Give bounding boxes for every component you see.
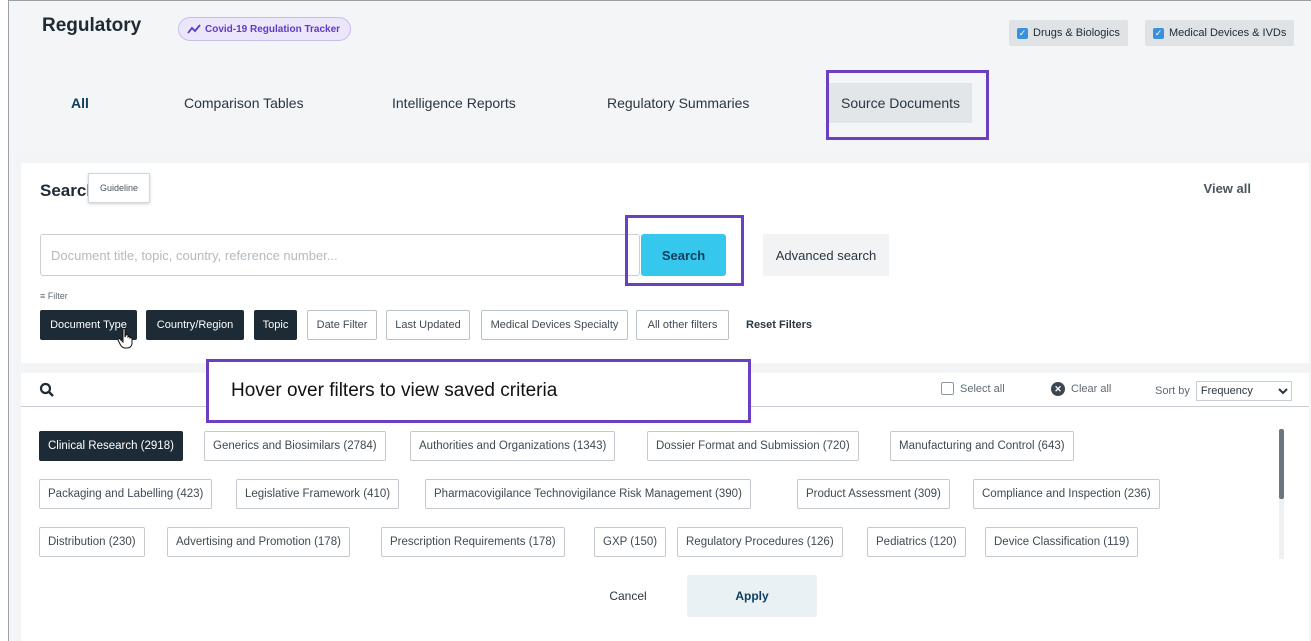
filter-label: ≡ Filter: [40, 291, 68, 301]
header: Regulatory Covid-19 Regulation Tracker ✓…: [9, 1, 1311, 151]
covid-tracker-badge[interactable]: Covid-19 Regulation Tracker: [178, 17, 352, 41]
highlight-source-documents: [826, 70, 989, 140]
tab-comparison-tables[interactable]: Comparison Tables: [184, 83, 304, 123]
trend-icon: [187, 24, 201, 34]
topic-chip[interactable]: Pediatrics (120): [867, 527, 966, 557]
hand-cursor-icon: [117, 328, 133, 349]
topic-chip[interactable]: Pharmacovigilance Technovigilance Risk M…: [425, 479, 751, 509]
topic-chip[interactable]: Prescription Requirements (178): [381, 527, 565, 557]
select-all-label: Select all: [960, 382, 1005, 395]
cancel-button[interactable]: Cancel: [583, 577, 673, 615]
scrollbar-thumb[interactable]: [1279, 429, 1284, 499]
toggle-label: Medical Devices & IVDs: [1169, 27, 1287, 39]
topic-scrollbar[interactable]: [1279, 429, 1284, 559]
sort-control: Sort by Frequency: [1155, 381, 1292, 401]
topic-chip[interactable]: Advertising and Promotion (178): [167, 527, 350, 557]
topic-chip[interactable]: Authorities and Organizations (1343): [410, 431, 616, 461]
tab-intelligence-reports[interactable]: Intelligence Reports: [392, 83, 516, 123]
tab-bar: All Comparison Tables Intelligence Repor…: [9, 83, 1311, 123]
topic-chip[interactable]: Device Classification (119): [985, 527, 1139, 557]
sort-select[interactable]: Frequency: [1195, 381, 1292, 401]
filter-medical-devices-specialty[interactable]: Medical Devices Specialty: [481, 310, 628, 340]
checkbox-checked-icon: ✓: [1017, 27, 1028, 39]
search-card: Search View all Search Advanced search ≡…: [21, 163, 1309, 363]
reset-filters-button[interactable]: Reset Filters: [746, 310, 812, 340]
filter-country-region[interactable]: Country/Region: [146, 310, 244, 340]
apply-button[interactable]: Apply: [687, 575, 817, 617]
checkbox-unchecked-icon: [941, 382, 954, 395]
filter-topic[interactable]: Topic: [254, 310, 297, 340]
filter-label-text: Filter: [47, 291, 68, 301]
brand-title: Regulatory: [42, 15, 142, 36]
topic-chip[interactable]: Product Assessment (309): [797, 479, 950, 509]
filter-last-updated[interactable]: Last Updated: [386, 310, 470, 340]
select-all-checkbox[interactable]: Select all: [941, 382, 1005, 395]
filter-all-other[interactable]: All other filters: [636, 310, 729, 340]
topic-chip[interactable]: Manufacturing and Control (643): [890, 431, 1074, 461]
app-frame: Regulatory Covid-19 Regulation Tracker ✓…: [8, 0, 1311, 641]
filter-tooltip: Guideline: [88, 173, 150, 203]
filter-date[interactable]: Date Filter: [307, 310, 377, 340]
topic-chip[interactable]: GXP (150): [594, 527, 667, 557]
topic-chip[interactable]: Dossier Format and Submission (720): [647, 431, 859, 461]
clear-all-label: Clear all: [1071, 383, 1112, 395]
checkbox-checked-icon: ✓: [1153, 27, 1164, 39]
covid-tracker-label: Covid-19 Regulation Tracker: [205, 23, 341, 35]
topic-chip[interactable]: Packaging and Labelling (423): [39, 479, 213, 509]
search-icon[interactable]: [39, 382, 55, 398]
topic-chip[interactable]: Clinical Research (2918): [39, 431, 183, 461]
clear-icon: ✕: [1051, 382, 1065, 396]
view-all-link[interactable]: View all: [1204, 181, 1251, 196]
topic-chip[interactable]: Generics and Biosimilars (2784): [204, 431, 386, 461]
toggle-label: Drugs & Biologics: [1033, 27, 1120, 39]
search-input[interactable]: [40, 234, 640, 276]
topic-chip[interactable]: Regulatory Procedures (126): [677, 527, 843, 557]
sort-label: Sort by: [1155, 385, 1190, 397]
topic-chip[interactable]: Distribution (230): [39, 527, 145, 557]
clear-all-button[interactable]: ✕ Clear all: [1051, 382, 1111, 396]
topic-chip[interactable]: Legislative Framework (410): [236, 479, 400, 509]
toggle-drugs-biologics[interactable]: ✓ Drugs & Biologics: [1009, 20, 1128, 46]
highlight-search-button: [625, 215, 744, 286]
filter-icon: ≡: [40, 291, 46, 301]
annotation-callout: Hover over filters to view saved criteri…: [206, 359, 751, 423]
topic-chip[interactable]: Compliance and Inspection (236): [973, 479, 1160, 509]
tab-regulatory-summaries[interactable]: Regulatory Summaries: [607, 83, 749, 123]
tab-all[interactable]: All: [71, 83, 89, 123]
advanced-search-button[interactable]: Advanced search: [763, 234, 889, 276]
toggle-medical-devices[interactable]: ✓ Medical Devices & IVDs: [1145, 20, 1295, 46]
